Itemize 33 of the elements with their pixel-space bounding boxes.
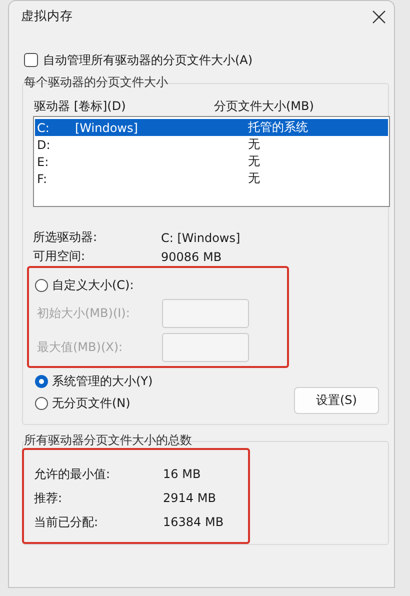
radio-label: 自定义大小(C): <box>52 276 134 294</box>
info-value: C: [Windows] <box>161 230 242 244</box>
info-label: 可用空间: <box>33 248 86 265</box>
info-value: 16 MB <box>163 467 202 481</box>
window-title: 虚拟内存 <box>21 8 73 25</box>
group-title: 每个驱动器的分页文件大小 <box>23 75 169 89</box>
info-label: 所选驱动器: <box>33 229 98 246</box>
field-label: 初始大小(MB)(I): <box>37 304 131 322</box>
column-header: 驱动器 [卷标](D) <box>34 98 127 114</box>
radio-button[interactable] <box>35 278 48 292</box>
drive-row[interactable]: F: 无 <box>35 170 388 187</box>
radio-label: 系统管理的大小(Y) <box>52 372 153 390</box>
column-header: 分页文件大小(MB) <box>214 98 315 114</box>
group-title: 所有驱动器分页文件大小的总数 <box>23 433 193 447</box>
drive-row[interactable]: D: 无 <box>35 136 388 153</box>
checkbox-label: 自动管理所有驱动器的分页文件大小(A) <box>43 52 253 68</box>
field-label: 最大值(MB)(X): <box>37 338 124 356</box>
radio-label: 无分页文件(N) <box>52 394 130 412</box>
drive-row[interactable]: E: 无 <box>35 153 388 170</box>
info-value: 16384 MB <box>163 515 225 529</box>
info-value: 2914 MB <box>163 491 217 505</box>
close-icon[interactable] <box>372 10 386 24</box>
input-field[interactable] <box>162 298 249 328</box>
info-label: 推荐: <box>34 490 64 506</box>
radio-button[interactable] <box>35 374 48 388</box>
input-field[interactable] <box>162 332 249 362</box>
drive-row[interactable]: C: [Windows] 托管的系统 <box>35 119 388 136</box>
info-value: 90086 MB <box>161 250 223 264</box>
info-label: 允许的最小值: <box>34 466 112 482</box>
settings-button[interactable]: 设置(S) <box>294 387 379 414</box>
info-label: 当前已分配: <box>34 514 100 530</box>
checkbox[interactable] <box>24 53 38 67</box>
radio-button[interactable] <box>35 396 48 410</box>
